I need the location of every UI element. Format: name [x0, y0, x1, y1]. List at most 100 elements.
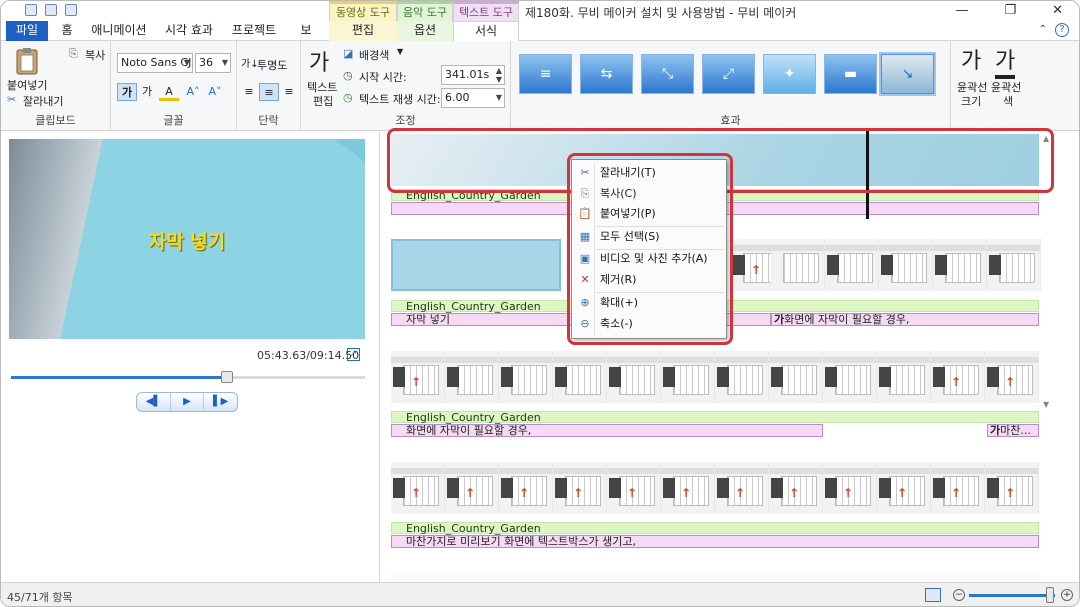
effect-thumbnail[interactable]: ≡ [519, 54, 572, 94]
paste-icon[interactable] [15, 47, 39, 75]
effect-arrow-icon: ↘ [901, 66, 914, 82]
text-caption-clip[interactable]: 화면에 자막이 필요할 경우, [391, 424, 823, 437]
frame-thumbnail [607, 351, 661, 403]
start-time-input[interactable]: 341.01s ▲ ▼ [441, 65, 505, 85]
align-left-button[interactable]: ≡ [239, 83, 259, 101]
close-button[interactable]: ✕ [1052, 3, 1063, 18]
seek-bar[interactable] [11, 371, 365, 383]
music-tools-header: 음악 도구 [397, 1, 453, 21]
seek-progress [11, 376, 227, 379]
tab-edit[interactable]: 편집 [329, 21, 397, 42]
tab-home[interactable]: 홈 [57, 21, 77, 41]
video-strip[interactable]: ↑ ↑ ↑ ↑ ↑ ↑ ↑ ↑ ↑ ↑ ↑ ↑ [391, 462, 1039, 514]
tab-options[interactable]: 옵션 [397, 21, 453, 42]
pane-divider[interactable] [379, 132, 380, 582]
play-button[interactable]: ▶ [171, 393, 205, 411]
storyboard-view-icon[interactable] [925, 588, 941, 602]
bold-button[interactable]: 가 [117, 83, 137, 101]
bg-color-icon: ◪ [343, 47, 354, 60]
effect-bar-icon: ▬ [843, 66, 858, 82]
tab-project[interactable]: 프로젝트 [231, 21, 277, 41]
frame-thumbnail [499, 351, 553, 403]
adjust-label: 조정 [395, 114, 416, 127]
frame-thumbnail: ↑ [445, 462, 499, 514]
bg-color-button[interactable]: 배경색 [359, 47, 389, 63]
minimize-button[interactable]: — [955, 3, 968, 18]
audio-track[interactable]: English_Country_Garden [391, 522, 1039, 534]
effect-arrow-icon: ⇆ [600, 66, 613, 82]
shrink-font-button[interactable]: A˅ [205, 83, 225, 101]
zoom-slider-thumb[interactable] [1046, 587, 1054, 603]
zoom-in-button[interactable]: + [1061, 589, 1073, 601]
undo-icon[interactable] [45, 4, 57, 16]
font-name-select[interactable]: Noto Sans CJk ▼ [117, 53, 193, 73]
effect-thumbnail[interactable]: ⤢ [702, 54, 755, 94]
text-caption-clip[interactable]: 가화면에 자막이 필요할 경우, [771, 313, 1039, 326]
next-frame-button[interactable]: ▌▶ [204, 393, 237, 411]
grow-font-button[interactable]: A˄ [183, 83, 203, 101]
transparency-button[interactable]: 투명도 [257, 57, 287, 73]
restore-button[interactable]: ❐ [1004, 3, 1016, 18]
frame-thumbnail: ↑ [391, 351, 445, 403]
effect-thumbnail-selected[interactable]: ↘ [879, 52, 936, 96]
video-strip[interactable] [391, 573, 1039, 582]
effect-thumbnail[interactable]: ⇆ [580, 54, 633, 94]
font-size-value: 36 [199, 56, 213, 69]
font-size-select[interactable]: 36 ▼ [195, 53, 231, 73]
playback-controls: ◀▌ ▶ ▌▶ [136, 392, 238, 412]
effect-arrow-icon: ≡ [539, 66, 552, 82]
align-right-button[interactable]: ≡ [279, 83, 299, 101]
video-strip[interactable]: ↑ ↑ ↑ [391, 351, 1039, 403]
effect-thumbnail[interactable]: ✦ [763, 54, 816, 94]
duration-select[interactable]: 6.00 ▼ [441, 88, 505, 108]
outline-color-icon: 가 [995, 43, 1016, 79]
clipboard-label: 클립보드 [35, 114, 76, 127]
window-title: 제180화. 무비 메이커 설치 및 사용방법 - 무비 메이커 [525, 6, 797, 20]
duration-label: 텍스트 재생 시간: [359, 93, 441, 106]
item-count: 45/71개 항목 [7, 591, 73, 604]
start-time-label: 시작 시간: [359, 71, 407, 84]
duration-value: 6.00 [445, 91, 470, 104]
zoom-slider[interactable] [969, 594, 1055, 597]
ribbon-tabs: 파일 홈 애니메이션 시각 효과 프로젝트 보기 편집 옵션 서식 ⌃ ? [1, 21, 1079, 56]
spinner-icon[interactable]: ▲ ▼ [496, 66, 502, 84]
font-group: Noto Sans CJk ▼ 36 ▼ 가 가 A A˄ A˅ 글꼴 [111, 41, 237, 131]
tab-format[interactable]: 서식 [453, 21, 519, 42]
seek-thumb[interactable] [220, 371, 233, 383]
text-clip[interactable] [391, 239, 561, 291]
save-icon[interactable] [25, 4, 37, 16]
tab-file[interactable]: 파일 [6, 21, 48, 41]
text-caption-clip[interactable]: 마찬가지로 미리보기 화면에 텍스트박스가 생기고, [391, 535, 1039, 548]
italic-button[interactable]: 가 [137, 83, 157, 101]
frame-thumbnail [879, 239, 933, 291]
effect-thumbnail[interactable]: ▬ [824, 54, 877, 94]
previous-frame-button[interactable]: ◀▌ [137, 393, 171, 411]
outline-color-button-line2[interactable]: 색 [1003, 93, 1013, 109]
frame-thumbnail: ↑ [877, 462, 931, 514]
outline-size-button-line2[interactable]: 크기 [961, 93, 981, 109]
help-icon[interactable]: ? [1055, 23, 1069, 37]
timecode: 05:43.63/09:14.50 [257, 349, 360, 362]
scroll-up-icon[interactable]: ▲ [1043, 134, 1049, 143]
font-color-button[interactable]: A [159, 83, 179, 101]
redo-icon[interactable] [65, 4, 77, 16]
paste-button[interactable]: 붙여넣기 [7, 77, 47, 93]
collapse-ribbon-icon[interactable]: ⌃ [1039, 24, 1047, 35]
tab-visual-effects[interactable]: 시각 효과 [163, 21, 215, 41]
cut-button[interactable]: 잘라내기 [23, 93, 63, 109]
zoom-out-button[interactable]: − [953, 589, 965, 601]
scroll-down-icon[interactable]: ▼ [1043, 400, 1049, 409]
tab-view[interactable]: 보기 [295, 21, 317, 56]
audio-track[interactable]: English_Country_Garden [391, 411, 1039, 423]
popout-icon[interactable]: ↗ [347, 348, 360, 361]
copy-button[interactable]: 복사 [85, 47, 105, 63]
effect-thumbnail[interactable]: ⤡ [641, 54, 694, 94]
outline-size-icon: 가 [961, 49, 982, 74]
storyboard-scrollbar[interactable]: ▲ ▼ [1041, 132, 1055, 582]
text-caption-clip[interactable]: 가마찬... [987, 424, 1039, 437]
tab-animation[interactable]: 애니메이션 [91, 21, 147, 41]
frame-thumbnail [553, 351, 607, 403]
cut-icon: ✂ [7, 93, 17, 106]
text-edit-button-line2[interactable]: 편집 [313, 93, 333, 109]
align-center-button[interactable]: ≡ [259, 83, 279, 101]
